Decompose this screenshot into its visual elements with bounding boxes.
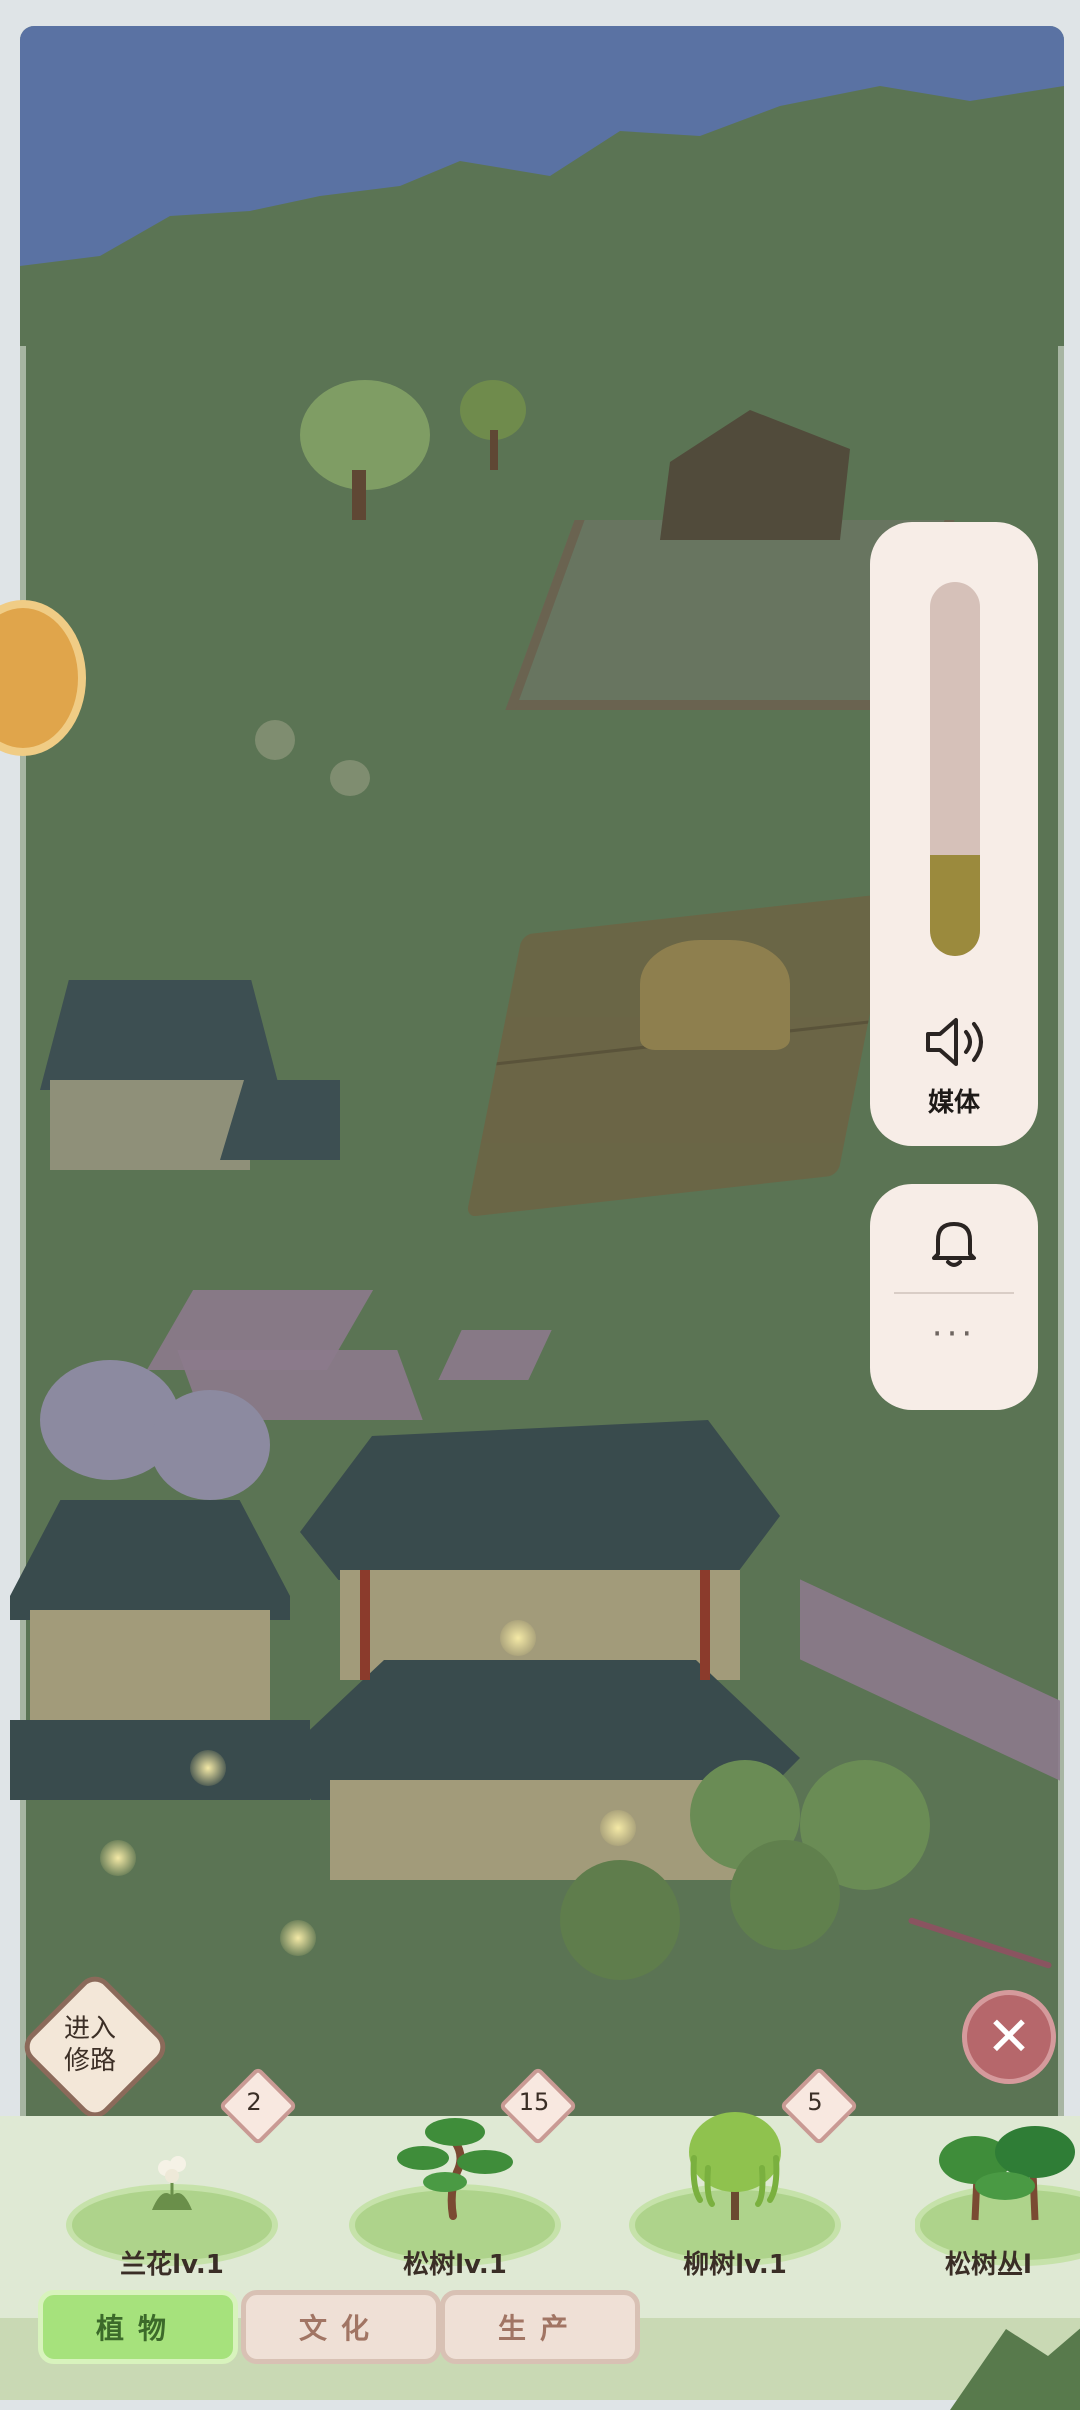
- road-label-line2: 修路: [63, 2046, 116, 2076]
- volume-slider[interactable]: [930, 582, 980, 956]
- volume-level-fill: [930, 855, 980, 956]
- close-button[interactable]: ✕: [962, 1990, 1056, 2084]
- tree: [730, 1840, 840, 1950]
- orchid-icon: [152, 2156, 192, 2210]
- item-name: 松树丛l: [945, 2250, 1032, 2280]
- notification-panel: ···: [870, 1184, 1038, 1410]
- item-pine-tree[interactable]: 松树lv.1: [355, 2116, 555, 2306]
- wheat-field[interactable]: [640, 940, 790, 1050]
- item-pine-grove[interactable]: 松树丛l: [915, 2116, 1080, 2306]
- pine-tree-icon: [397, 2118, 513, 2220]
- willow-trunk: [352, 470, 366, 520]
- street-lantern: [100, 1840, 136, 1876]
- item-name: 兰花lv.1: [120, 2250, 224, 2280]
- tree: [560, 1860, 680, 1980]
- item-name: 松树lv.1: [403, 2250, 507, 2280]
- volume-stream-label: 媒体: [927, 1088, 980, 1118]
- item-orchid[interactable]: 兰花lv.1: [72, 2116, 272, 2306]
- blossom-tree: [150, 1390, 270, 1500]
- left-house[interactable]: [20, 960, 340, 1190]
- street-lantern: [280, 1920, 316, 1956]
- grass-tuft: [255, 720, 295, 760]
- tab-plants[interactable]: 植物: [38, 2290, 238, 2364]
- enter-road-mode-label[interactable]: 进入 修路: [40, 1995, 140, 2095]
- road-label-line1: 进入: [63, 2014, 116, 2044]
- pine-grove-icon: [939, 2126, 1075, 2221]
- hillside: [20, 86, 1064, 346]
- palace-wing[interactable]: [10, 1500, 310, 1880]
- small-tree-trunk: [490, 430, 498, 470]
- bell-icon[interactable]: [924, 1212, 984, 1272]
- grass-tuft: [330, 760, 370, 796]
- more-icon[interactable]: ···: [870, 1314, 1038, 1354]
- speaker-icon[interactable]: [920, 1012, 990, 1072]
- tab-production[interactable]: 生产: [440, 2290, 640, 2364]
- willow-tree-icon: [689, 2112, 781, 2220]
- item-willow-tree[interactable]: 柳树lv.1: [635, 2112, 835, 2306]
- divider: [894, 1292, 1014, 1294]
- tab-culture[interactable]: 文化: [241, 2290, 441, 2364]
- close-icon: ✕: [986, 2005, 1032, 2068]
- item-name: 柳树lv.1: [683, 2250, 787, 2280]
- volume-panel: 媒体: [870, 522, 1038, 1146]
